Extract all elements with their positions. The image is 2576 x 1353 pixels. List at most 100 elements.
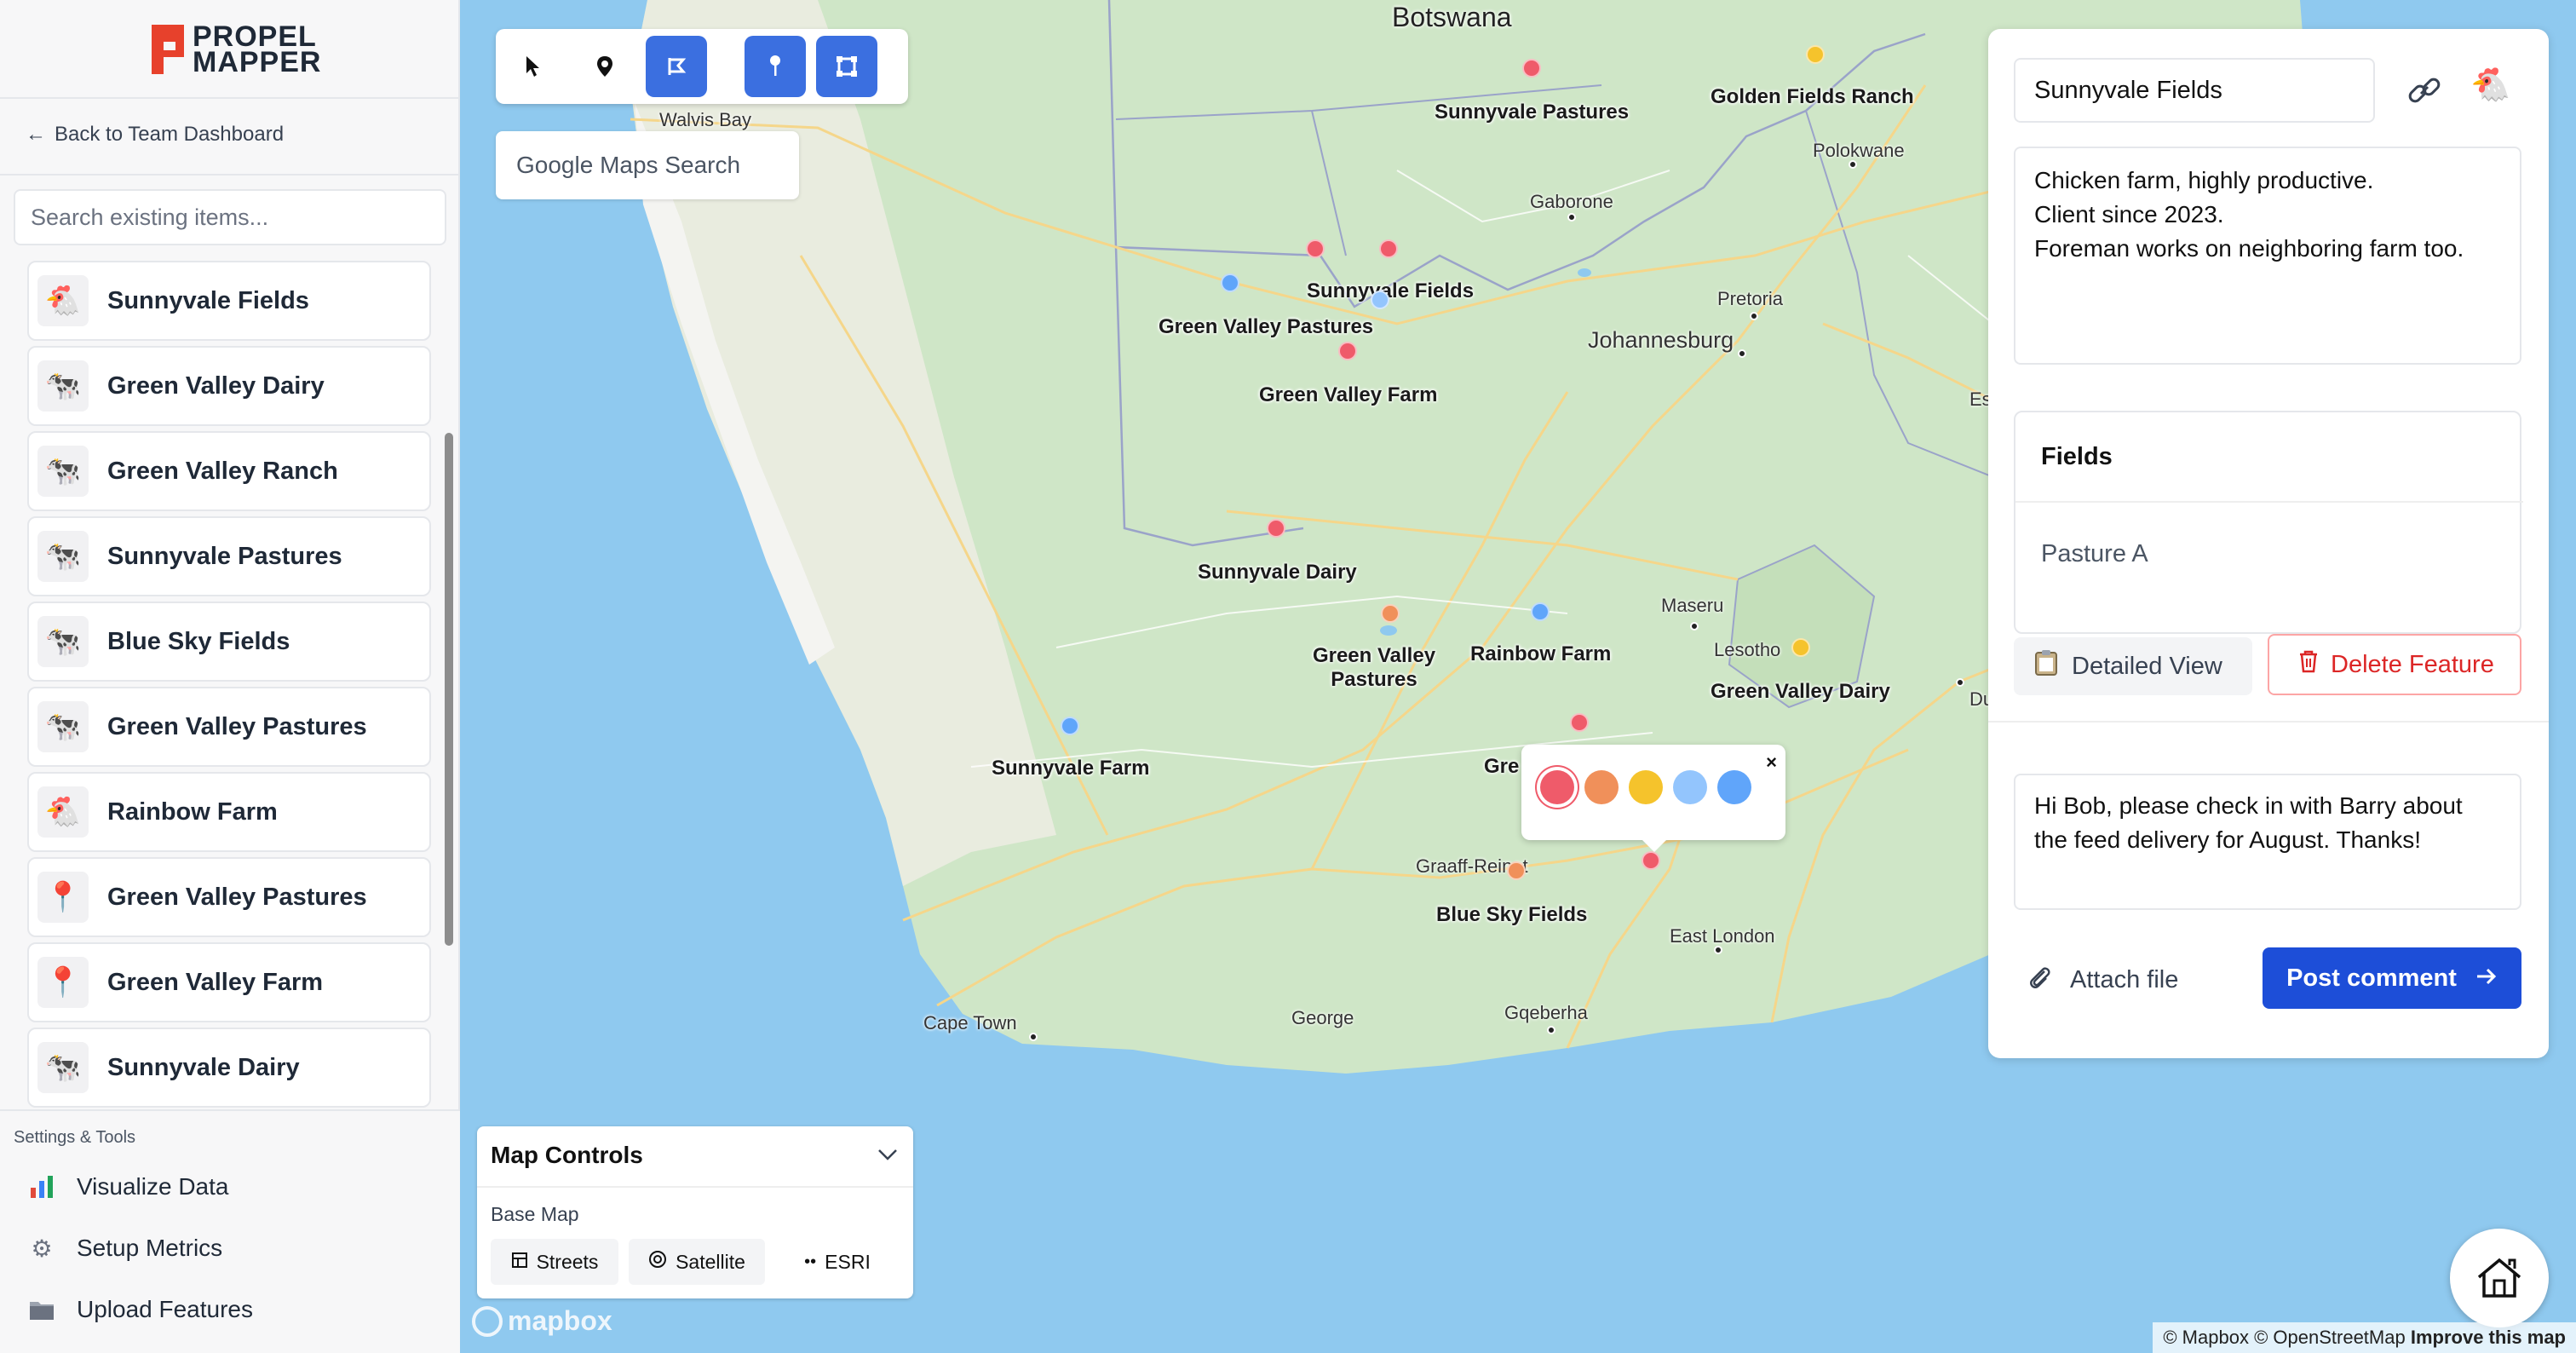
select-tool-button[interactable]	[503, 36, 564, 97]
attribution-mapbox-link[interactable]: © Mapbox	[2163, 1327, 2249, 1348]
feature-label[interactable]: Sunnyvale Pastures	[1435, 101, 1629, 124]
arrow-right-icon	[2475, 964, 2498, 993]
feature-marker[interactable]	[1381, 604, 1400, 623]
list-item[interactable]: 🐄 Sunnyvale Pastures	[27, 516, 431, 596]
feature-label[interactable]: Rainbow Farm	[1470, 642, 1611, 666]
list-item[interactable]: 🐄 Green Valley Ranch	[27, 431, 431, 511]
list-item[interactable]: 🐔 Sunnyvale Fields	[27, 261, 431, 341]
feature-marker[interactable]	[1791, 638, 1810, 657]
line-tool-button[interactable]	[646, 36, 707, 97]
city-dot	[1567, 213, 1576, 222]
list-item[interactable]: 🐄 Green Valley Pastures	[27, 687, 431, 767]
map-controls-title: Map Controls	[491, 1142, 643, 1168]
feature-label[interactable]: Blue Sky Fields	[1436, 903, 1587, 927]
visualize-data-link[interactable]: Visualize Data	[27, 1172, 228, 1201]
feature-marker[interactable]	[1338, 342, 1357, 360]
feature-label[interactable]: Sunnyvale Farm	[992, 757, 1149, 780]
feature-marker[interactable]	[1507, 861, 1526, 880]
drawing-toolbar	[496, 29, 908, 104]
basemap-streets-button[interactable]: Streets	[491, 1239, 618, 1285]
feature-marker[interactable]	[1371, 291, 1389, 309]
attach-file-button[interactable]: Attach file	[2027, 963, 2178, 997]
setup-metrics-link[interactable]: ⚙ Setup Metrics	[27, 1234, 222, 1263]
color-swatch-red[interactable]	[1540, 770, 1574, 804]
list-item[interactable]: 📍 Green Valley Pastures	[27, 857, 431, 937]
chicken-icon[interactable]: 🐔	[2470, 66, 2510, 104]
back-to-dashboard-link[interactable]: ← Back to Team Dashboard	[26, 123, 284, 147]
pin-tool-button[interactable]	[745, 36, 806, 97]
divider	[477, 1186, 913, 1188]
town-label: Gaborone	[1530, 191, 1613, 212]
feature-description-textarea[interactable]: Chicken farm, highly productive. Client …	[2014, 147, 2521, 365]
logo-mark	[152, 25, 184, 74]
feature-marker[interactable]	[1806, 45, 1825, 64]
fields-section: Fields Pasture A	[2014, 411, 2523, 634]
town-label: George	[1291, 1007, 1354, 1028]
feature-marker[interactable]	[1267, 519, 1285, 538]
city-dot	[1738, 349, 1746, 358]
improve-map-link[interactable]: Improve this map	[2411, 1327, 2566, 1348]
feature-name-input[interactable]	[2014, 58, 2375, 123]
feature-marker[interactable]	[1061, 717, 1079, 735]
color-swatch-blue[interactable]	[1717, 770, 1751, 804]
feature-label[interactable]: Green Valley Pastures	[1159, 315, 1373, 339]
town-label: Maseru	[1661, 595, 1724, 616]
detailed-view-button[interactable]: Detailed View	[2014, 637, 2252, 695]
home-button[interactable]	[2450, 1229, 2549, 1327]
feature-detail-panel: 🐔 Chicken farm, highly productive. Clien…	[1988, 29, 2549, 1058]
search-existing-input[interactable]	[14, 189, 446, 245]
basemap-esri-button[interactable]: •• ESRI	[775, 1239, 900, 1285]
feature-marker[interactable]	[1570, 713, 1589, 732]
feature-list: 🐔 Sunnyvale Fields 🐄 Green Valley Dairy …	[0, 259, 451, 1109]
color-swatch-orange[interactable]	[1584, 770, 1619, 804]
color-swatch-lightblue[interactable]	[1673, 770, 1707, 804]
divider	[0, 97, 460, 99]
color-swatch-yellow[interactable]	[1629, 770, 1663, 804]
attribution-osm-link[interactable]: © OpenStreetMap	[2254, 1327, 2406, 1348]
polygon-tool-button[interactable]	[816, 36, 877, 97]
feature-label[interactable]: Golden Fields Ranch	[1711, 85, 1914, 109]
app-logo[interactable]: PROPEL MAPPER	[152, 22, 321, 77]
list-item[interactable]: 🐔 Rainbow Farm	[27, 772, 431, 852]
feature-marker[interactable]	[1221, 273, 1239, 292]
city-dot	[1547, 1026, 1555, 1034]
feature-marker-selected[interactable]	[1642, 851, 1660, 870]
mapbox-logo[interactable]: mapbox	[472, 1305, 612, 1337]
feature-marker[interactable]	[1531, 602, 1550, 621]
close-icon[interactable]: ×	[1766, 751, 1777, 774]
upload-features-label: Upload Features	[77, 1296, 254, 1322]
google-maps-search-input[interactable]: Google Maps Search	[496, 131, 799, 199]
table-icon	[511, 1251, 528, 1274]
basemap-satellite-label: Satellite	[676, 1250, 745, 1273]
list-item[interactable]: 🐄 Green Valley Dairy	[27, 346, 431, 426]
feature-label[interactable]: Green Valley Dairy	[1711, 680, 1890, 704]
target-icon	[648, 1250, 667, 1274]
comment-textarea[interactable]: Hi Bob, please check in with Barry about…	[2014, 774, 2521, 910]
city-dot	[1956, 678, 1964, 687]
feature-marker[interactable]	[1379, 239, 1398, 258]
feature-label[interactable]: Gre	[1484, 755, 1519, 779]
upload-features-link[interactable]: Upload Features	[27, 1295, 253, 1324]
basemap-satellite-button[interactable]: Satellite	[629, 1239, 765, 1285]
feature-label[interactable]: Sunnyvale Fields	[1307, 279, 1474, 303]
delete-feature-button[interactable]: Delete Feature	[2268, 634, 2521, 695]
link-icon[interactable]	[2406, 72, 2443, 113]
chart-icon	[27, 1172, 56, 1201]
feature-marker[interactable]	[1306, 239, 1325, 258]
town-label: Polokwane	[1813, 140, 1905, 161]
chevron-down-icon[interactable]	[877, 1143, 898, 1166]
country-label: Botswana	[1392, 2, 1512, 32]
paperclip-icon	[2027, 963, 2051, 997]
list-item[interactable]: 📍 Green Valley Farm	[27, 942, 431, 1022]
list-item[interactable]: 🐄 Blue Sky Fields	[27, 602, 431, 682]
list-item[interactable]: 🐄 Sunnyvale Dairy	[27, 1028, 431, 1108]
post-comment-button[interactable]: Post comment	[2263, 947, 2521, 1009]
feature-label[interactable]: Sunnyvale Dairy	[1198, 561, 1357, 584]
feature-marker[interactable]	[1522, 59, 1541, 78]
feature-label[interactable]: Green Valley Farm	[1259, 383, 1437, 407]
feature-label[interactable]: Green Valley Pastures	[1310, 644, 1438, 692]
marker-tool-button[interactable]	[574, 36, 635, 97]
field-value[interactable]: Pasture A	[2041, 540, 2148, 568]
sidebar-scrollbar[interactable]	[445, 433, 453, 946]
cow-icon: 🐄	[37, 701, 89, 752]
